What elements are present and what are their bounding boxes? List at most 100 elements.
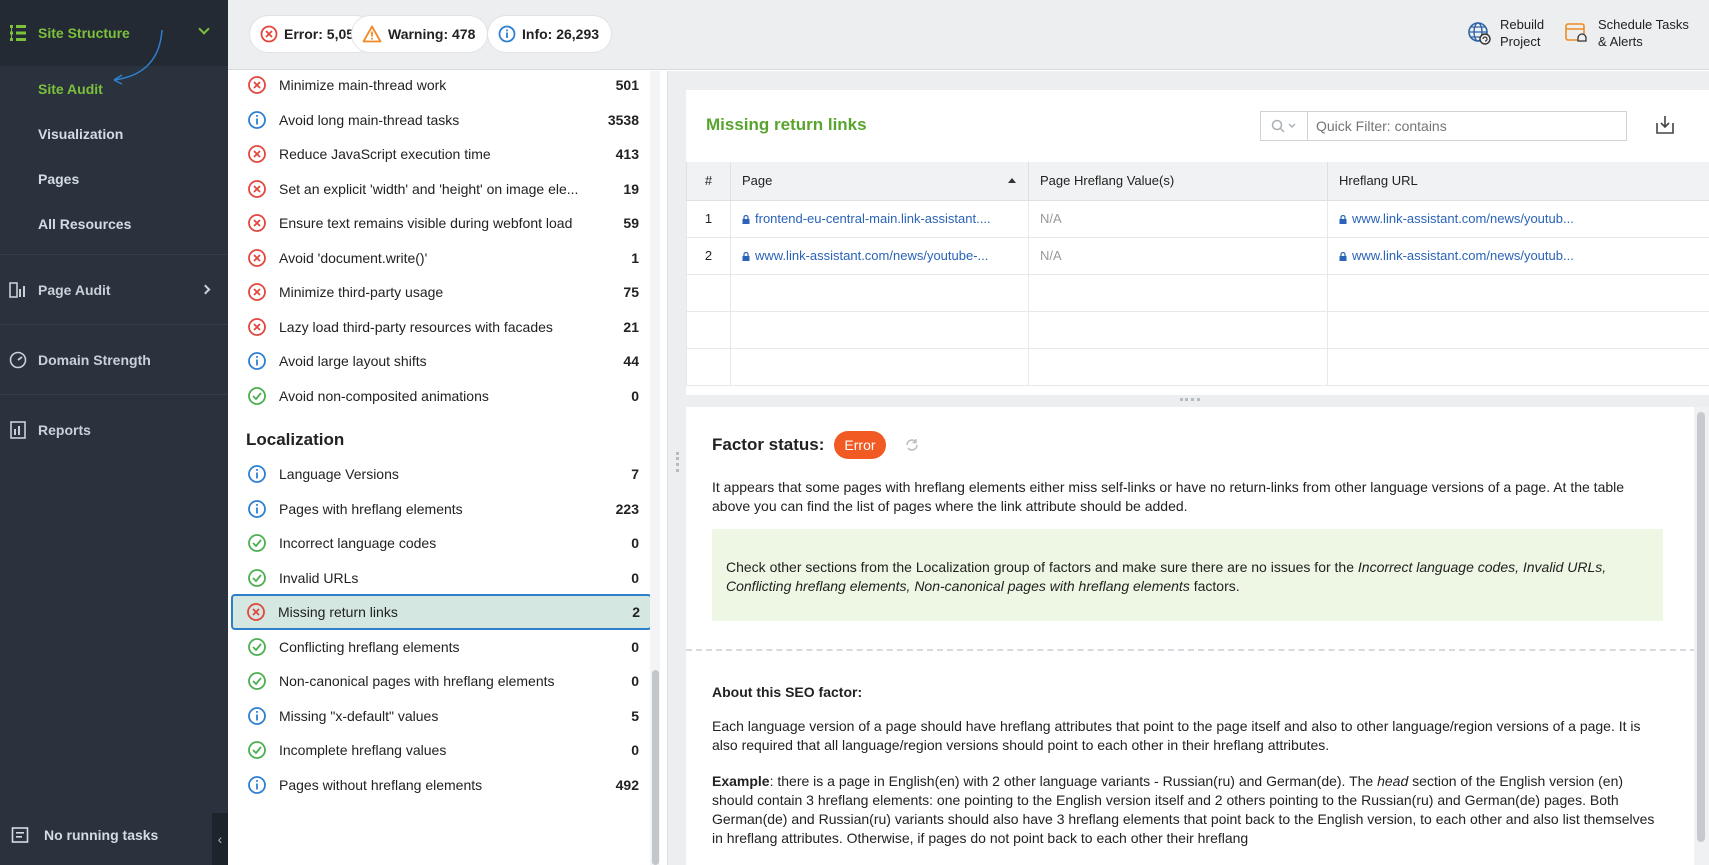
factor-list-item[interactable]: Avoid 'document.write()' 1 <box>234 240 649 276</box>
example-text: Example: there is a page in English(en) … <box>712 772 1662 848</box>
warning-icon <box>362 25 382 43</box>
factor-list-item[interactable]: Avoid large layout shifts 44 <box>234 343 649 379</box>
factor-list-item[interactable]: Reduce JavaScript execution time 413 <box>234 136 649 172</box>
factor-list-item[interactable]: Invalid URLs 0 <box>234 560 649 596</box>
check-icon <box>248 672 266 690</box>
factor-list-item[interactable]: Minimize third-party usage 75 <box>234 274 649 310</box>
factor-tip-box: Check other sections from the Localizati… <box>712 529 1663 621</box>
info-icon <box>248 499 266 518</box>
schedule-tasks-button[interactable]: Schedule Tasks & Alerts <box>1564 16 1689 50</box>
row-number: 1 <box>686 199 731 238</box>
factor-list-item[interactable]: Conflicting hreflang elements 0 <box>234 629 649 665</box>
rebuild-project-button[interactable]: Rebuild Project <box>1466 16 1544 50</box>
annotation-arrow-icon <box>113 29 163 85</box>
page-cell[interactable]: frontend-eu-central-main.link-assistant.… <box>730 199 1029 238</box>
page-link[interactable]: frontend-eu-central-main.link-assistant.… <box>755 211 991 226</box>
horizontal-splitter[interactable] <box>686 395 1709 407</box>
page-cell[interactable]: www.link-assistant.com/news/youtube-... <box>730 236 1029 275</box>
col-hreflang-url-header[interactable]: Hreflang URL <box>1327 162 1709 201</box>
table-empty-row <box>686 310 1709 349</box>
check-icon <box>248 386 266 405</box>
factor-name: Pages without hreflang elements <box>279 776 483 793</box>
quick-filter-input[interactable] <box>1308 118 1608 134</box>
check-icon <box>248 568 266 587</box>
error-icon <box>260 25 278 43</box>
nav-all-resources[interactable]: All Resources <box>0 201 228 246</box>
splitter-grip-icon <box>1180 398 1200 401</box>
hreflang-url-cell[interactable]: www.link-assistant.com/news/youtub... <box>1327 236 1709 275</box>
nav-pages[interactable]: Pages <box>0 156 228 201</box>
table-row[interactable]: 1 frontend-eu-central-main.link-assistant… <box>686 199 1709 238</box>
table-row[interactable]: 2 www.link-assistant.com/news/youtube-...… <box>686 236 1709 275</box>
factor-list-item[interactable]: Non-canonical pages with hreflang elemen… <box>234 663 649 699</box>
factor-count: 0 <box>631 535 639 551</box>
nav-reports[interactable]: Reports <box>0 394 228 464</box>
warning-count: Warning: 478 <box>388 26 476 42</box>
factor-name: Incorrect language codes <box>279 535 437 551</box>
chevron-down-icon[interactable] <box>198 23 210 35</box>
sort-asc-icon <box>1008 178 1016 183</box>
factor-list-item[interactable]: Minimize main-thread work 501 <box>234 71 649 103</box>
hreflang-url-link[interactable]: www.link-assistant.com/news/youtub... <box>1352 248 1574 263</box>
list-scrollbar-thumb[interactable] <box>652 670 659 865</box>
table-empty-row <box>686 273 1709 312</box>
factor-count: 1 <box>631 249 639 266</box>
factor-name: Language Versions <box>279 466 399 482</box>
factor-list-item[interactable]: Set an explicit 'width' and 'height' on … <box>234 171 649 207</box>
nav-page-audit[interactable]: Page Audit <box>0 254 228 324</box>
col-page-header[interactable]: Page <box>730 162 1029 201</box>
empty-cell <box>1327 273 1709 312</box>
factor-list-item[interactable]: Missing return links 2 <box>231 594 652 630</box>
factor-list-item[interactable]: Language Versions 7 <box>234 456 649 492</box>
error-icon <box>248 317 266 336</box>
nav-domain-strength[interactable]: Domain Strength <box>0 324 228 394</box>
factor-list-item[interactable]: Lazy load third-party resources with fac… <box>234 309 649 345</box>
factor-list-item[interactable]: Avoid long main-thread tasks 3538 <box>234 102 649 138</box>
nav-page-audit-label: Page Audit <box>38 281 111 298</box>
factor-name: Avoid long main-thread tasks <box>279 111 460 128</box>
empty-cell <box>730 310 1029 349</box>
factor-list-item[interactable]: Missing "x-default" values 5 <box>234 698 649 734</box>
details-scrollbar-thumb[interactable] <box>1697 412 1705 842</box>
factor-count: 0 <box>631 387 639 404</box>
empty-cell <box>1028 310 1328 349</box>
factor-status-badge[interactable]: Error <box>834 431 886 459</box>
factor-name: Minimize main-thread work <box>279 77 447 93</box>
hreflang-url-cell[interactable]: www.link-assistant.com/news/youtub... <box>1327 199 1709 238</box>
col-num-header[interactable]: # <box>686 162 731 201</box>
tip-suffix: factors. <box>1189 578 1240 594</box>
factor-list-item[interactable]: Pages without hreflang elements 492 <box>234 767 649 803</box>
factor-list-item[interactable]: Incorrect language codes 0 <box>234 525 649 561</box>
factor-list-item[interactable]: Incomplete hreflang values 0 <box>234 732 649 768</box>
table-header-row: # Page Page Hreflang Value(s) Hreflang U… <box>686 162 1709 201</box>
hreflang-url-link[interactable]: www.link-assistant.com/news/youtub... <box>1352 211 1574 226</box>
info-count: Info: 26,293 <box>522 26 600 42</box>
factor-list: Minimize main-thread work 501 Avoid long m… <box>228 71 668 865</box>
page-link[interactable]: www.link-assistant.com/news/youtube-... <box>755 248 988 263</box>
nav-visualization[interactable]: Visualization <box>0 111 228 156</box>
export-icon[interactable] <box>1654 114 1676 136</box>
filter-search-button[interactable] <box>1261 112 1308 140</box>
check-icon <box>248 534 266 552</box>
collapse-nav-button[interactable]: ‹ <box>212 813 228 865</box>
empty-cell <box>1327 347 1709 386</box>
factor-name: Conflicting hreflang elements <box>279 638 460 655</box>
factor-count: 0 <box>631 673 639 689</box>
factor-name: Invalid URLs <box>279 569 359 586</box>
factor-details: Factor status: Error It appears that som… <box>686 407 1709 865</box>
warning-badge[interactable]: Warning: 478 <box>352 16 488 52</box>
hreflang-value-cell: N/A <box>1028 236 1328 275</box>
factor-count: 5 <box>631 707 639 724</box>
factor-list-item[interactable]: Ensure text remains visible during webfo… <box>234 205 649 241</box>
example-part-1: : there is a page in English(en) with 2 … <box>769 773 1378 789</box>
col-page-label: Page <box>742 173 773 189</box>
factor-list-item[interactable]: Pages with hreflang elements 223 <box>234 491 649 527</box>
refresh-icon[interactable] <box>904 437 920 453</box>
info-badge[interactable]: Info: 26,293 <box>488 16 612 52</box>
col-hreflang-value-header[interactable]: Page Hreflang Value(s) <box>1028 162 1328 201</box>
factor-list-item[interactable]: Avoid non-composited animations 0 <box>234 378 649 414</box>
gauge-icon <box>9 351 27 368</box>
error-icon <box>247 603 265 621</box>
running-tasks[interactable]: No running tasks <box>0 805 228 865</box>
empty-cell <box>1028 273 1328 312</box>
